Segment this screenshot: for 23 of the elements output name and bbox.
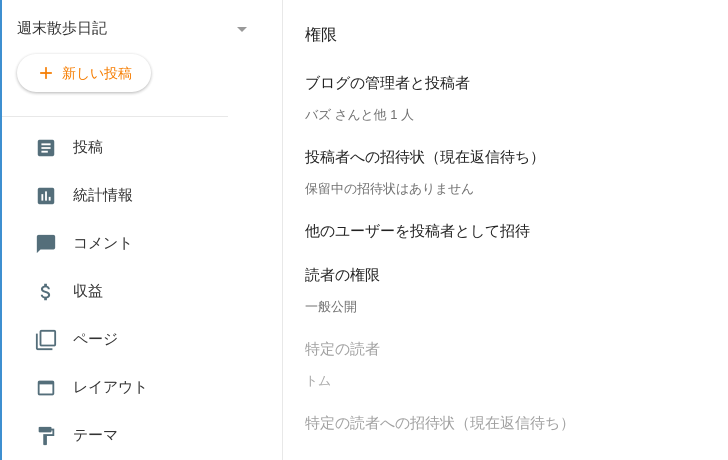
setting-title[interactable]: ブログの管理者と投稿者 [305,74,575,94]
sidebar-item[interactable]: 統計情報 [2,172,282,220]
blog-title: 週末散歩日記 [17,18,107,39]
speech-bubble-icon [35,233,57,255]
setting-title: 特定の読者への招待状（現在返信待ち） [305,414,575,434]
sidebar-item[interactable]: 収益 [2,268,282,316]
setting-title[interactable]: 他のユーザーを投稿者として招待 [305,222,575,242]
sidebar-item[interactable]: レイアウト [2,364,282,412]
setting-title[interactable]: 投稿者への招待状（現在返信待ち） [305,148,575,168]
setting-title: 特定の読者 [305,340,381,360]
sidebar-item[interactable]: テーマ [2,412,282,460]
sidebar-item[interactable]: コメント [2,220,282,268]
setting-value: バズ さんと他 1 人 [305,106,416,124]
setting-value: 一般公開 [305,298,358,316]
setting-value: トム [305,372,332,390]
sidebar-item[interactable]: ページ [2,316,282,364]
stacked-pages-icon [35,329,57,351]
setting-value: 保留中の招待状はありません [305,180,475,198]
bar-chart-icon [35,185,57,207]
sidebar-item[interactable]: 投稿 [2,124,282,172]
setting-title[interactable]: 読者の権限 [305,266,575,286]
document-icon [35,137,57,159]
section-heading: 権限 [305,26,338,46]
